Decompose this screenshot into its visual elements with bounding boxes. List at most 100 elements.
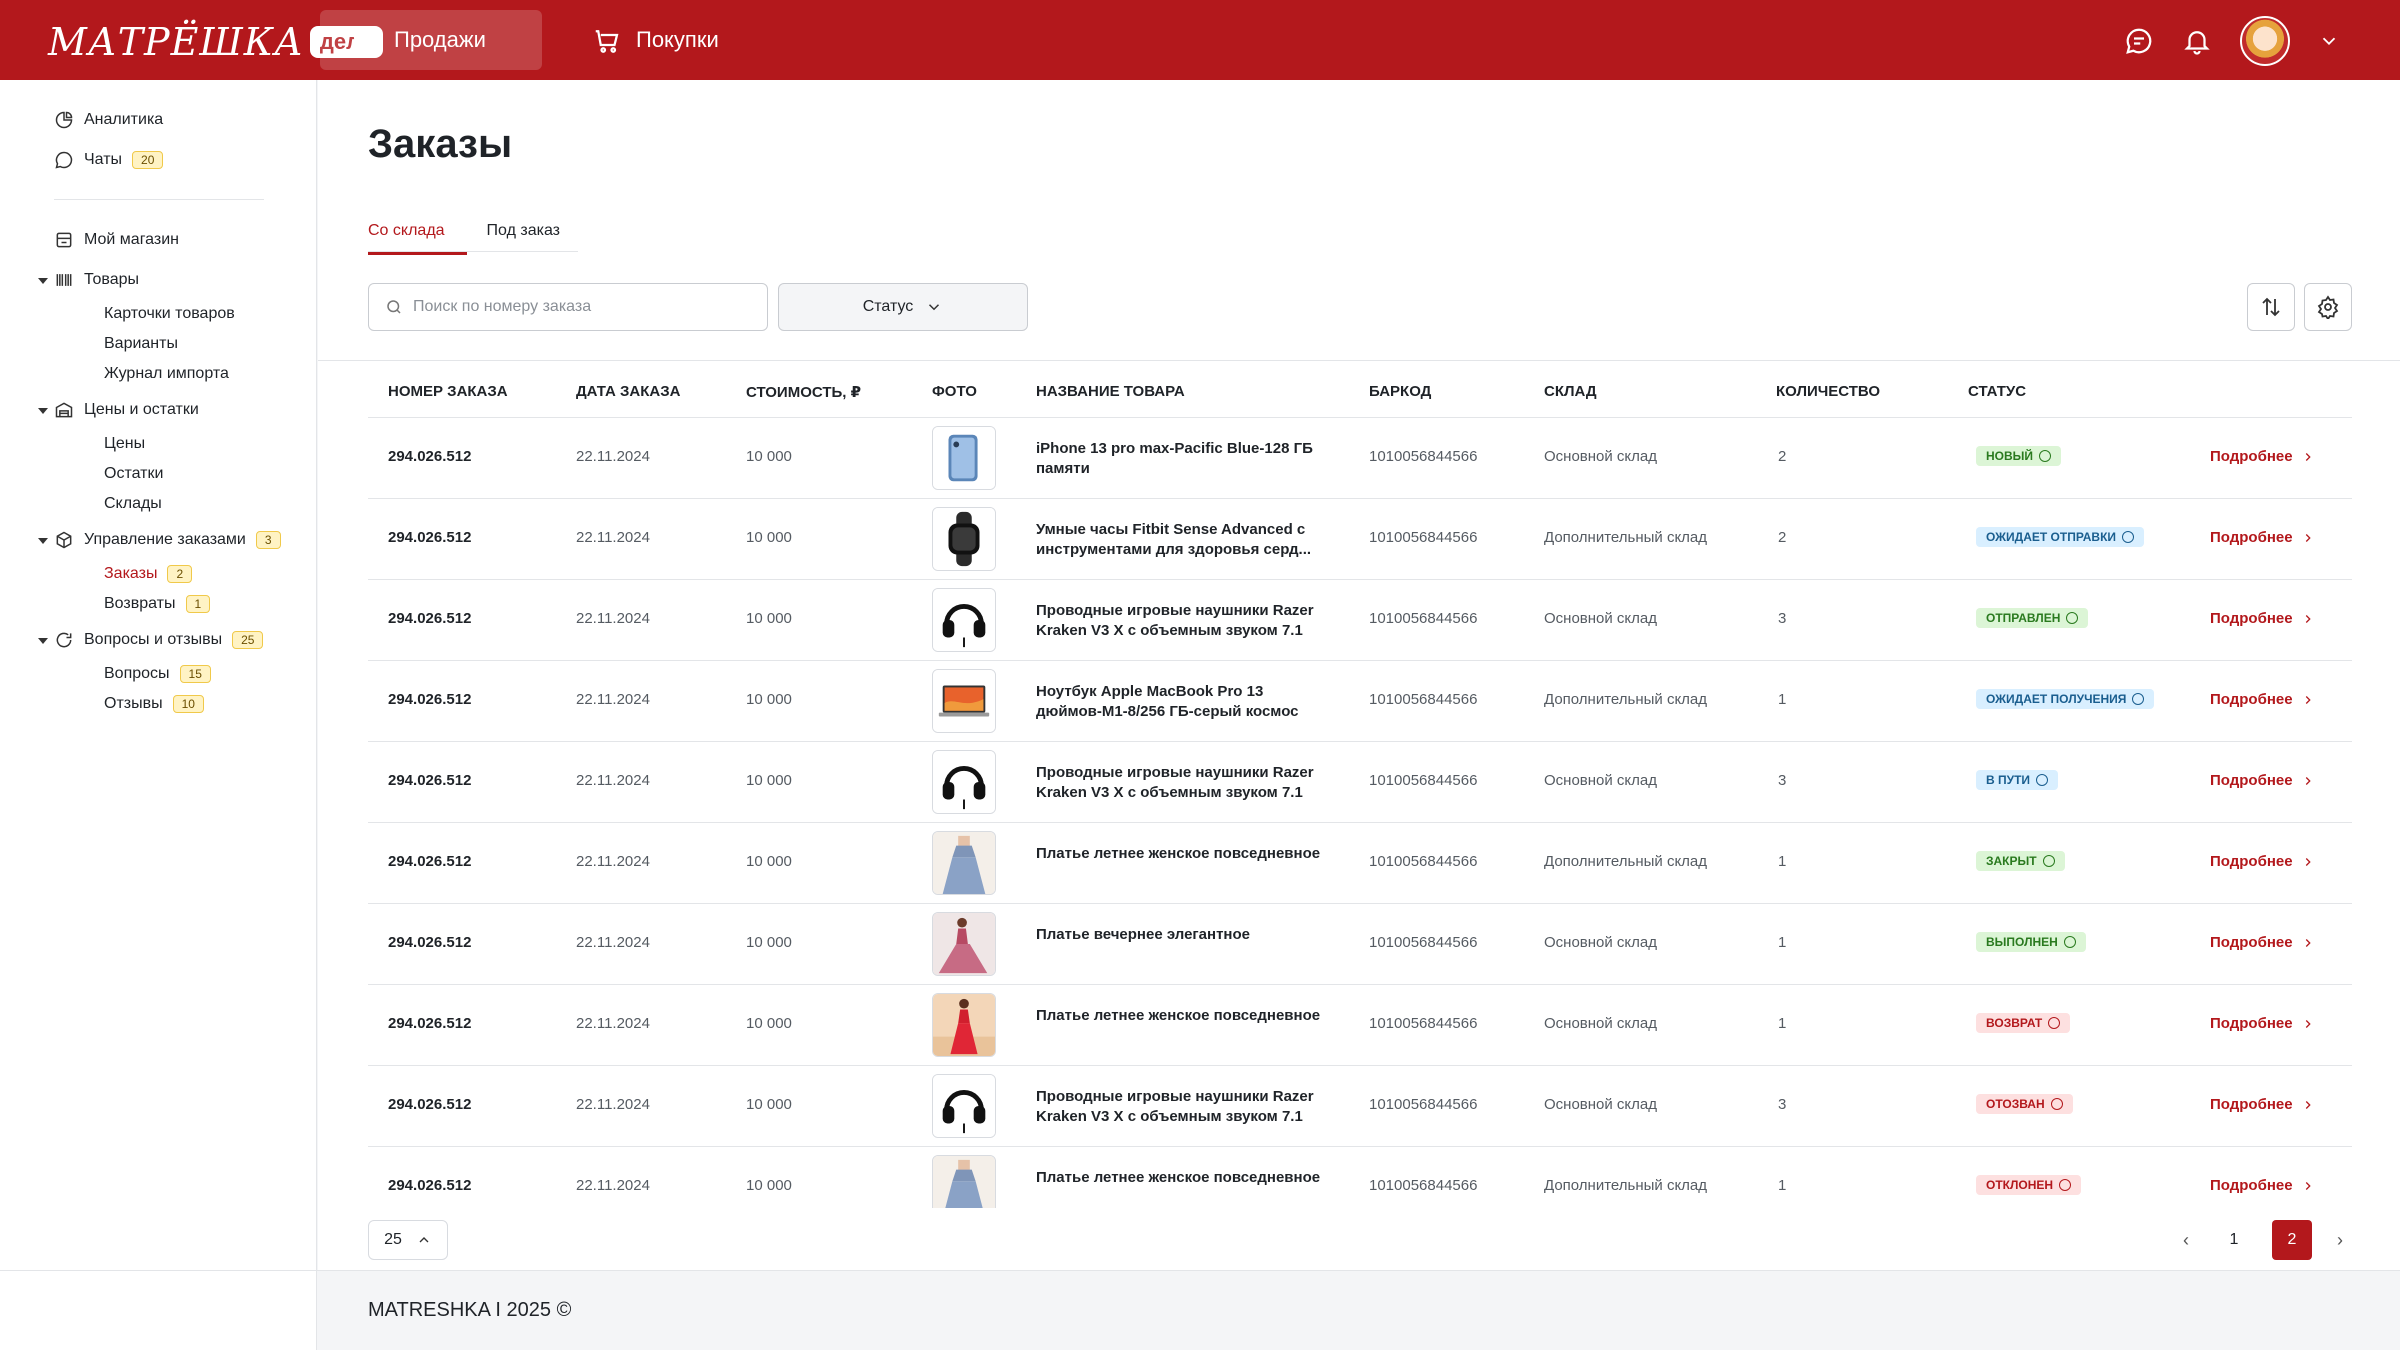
details-link[interactable]: Подробнее bbox=[2210, 1015, 2315, 1032]
sidebar-subitem-cards[interactable]: Карточки товаров bbox=[104, 305, 235, 323]
caret-down-icon[interactable] bbox=[38, 278, 48, 284]
sidebar-item-prices[interactable]: Цены и остатки bbox=[54, 400, 199, 420]
settings-button[interactable] bbox=[2304, 283, 2352, 331]
column-header-quantity[interactable]: КОЛИЧЕСТВО bbox=[1776, 383, 1880, 400]
count-badge: 20 bbox=[132, 151, 164, 169]
cart-icon bbox=[595, 30, 619, 53]
chevron-down-icon[interactable] bbox=[2318, 30, 2340, 52]
order-number: 294.026.512 bbox=[388, 448, 472, 465]
order-number: 294.026.512 bbox=[388, 691, 472, 708]
order-number: 294.026.512 bbox=[388, 1096, 472, 1113]
details-link[interactable]: Подробнее bbox=[2210, 772, 2315, 789]
table-row[interactable]: 294.026.512 22.11.2024 10 000 iPhone 13 pro… bbox=[368, 418, 2352, 499]
column-header-date[interactable]: ДАТА ЗАКАЗА bbox=[576, 383, 680, 400]
sidebar-item-orders-management[interactable]: Управление заказами 3 bbox=[54, 530, 281, 550]
caret-down-icon[interactable] bbox=[38, 408, 48, 414]
sidebar-item-chats[interactable]: Чаты 20 bbox=[54, 150, 164, 170]
order-date: 22.11.2024 bbox=[576, 1177, 650, 1194]
details-link[interactable]: Подробнее bbox=[2210, 529, 2315, 546]
sidebar-item-goods[interactable]: Товары bbox=[54, 270, 139, 290]
status-filter-dropdown[interactable]: Статус bbox=[778, 283, 1028, 331]
product-name: Проводные игровые наушники Razer Kraken … bbox=[1036, 602, 1314, 639]
headphones-photo bbox=[932, 750, 996, 814]
sidebar-subitem-returns[interactable]: Возвраты 1 bbox=[104, 595, 211, 613]
table-row[interactable]: 294.026.512 22.11.2024 10 000 Проводные игр… bbox=[368, 1066, 2352, 1147]
tab-sales[interactable]: Продажи bbox=[320, 10, 542, 70]
sidebar-item-label: Аналитика bbox=[84, 111, 164, 128]
status-label: НОВЫЙ bbox=[1986, 449, 2034, 463]
status-icon bbox=[2122, 531, 2135, 543]
search-box bbox=[368, 283, 768, 331]
table-row[interactable]: 294.026.512 22.11.2024 10 000 Умные часы Fi… bbox=[368, 499, 2352, 580]
tab-purchases[interactable]: Покупки bbox=[562, 10, 782, 70]
per-page-select[interactable]: 25 bbox=[368, 1220, 448, 1260]
order-date: 22.11.2024 bbox=[576, 934, 650, 951]
order-date: 22.11.2024 bbox=[576, 1096, 650, 1113]
column-header-barcode[interactable]: БАРКОД bbox=[1369, 383, 1431, 400]
product-name: iPhone 13 pro max-Pacific Blue-128 ГБ па… bbox=[1036, 440, 1313, 477]
sidebar-item-questions[interactable]: Вопросы и отзывы 25 bbox=[54, 630, 264, 650]
table-row[interactable]: 294.026.512 22.11.2024 10 000 Платье летнее… bbox=[368, 985, 2352, 1066]
table-row[interactable]: 294.026.512 22.11.2024 10 000 Платье вечерн… bbox=[368, 904, 2352, 985]
caret-down-icon[interactable] bbox=[38, 638, 48, 644]
sort-button[interactable] bbox=[2247, 283, 2295, 331]
order-price: 10 000 bbox=[746, 448, 792, 465]
caret-down-icon[interactable] bbox=[38, 538, 48, 544]
chat-icon[interactable] bbox=[2124, 26, 2154, 56]
column-header-status[interactable]: СТАТУС bbox=[1968, 383, 2026, 400]
gear-icon bbox=[2317, 295, 2339, 319]
barcode: 1010056844566 bbox=[1369, 772, 1478, 789]
sidebar-item-analytics[interactable]: Аналитика bbox=[54, 110, 163, 130]
avatar[interactable] bbox=[2240, 16, 2290, 66]
search-input[interactable] bbox=[413, 298, 743, 316]
column-header-name[interactable]: НАЗВАНИЕ ТОВАРА bbox=[1036, 383, 1185, 400]
table-body: 294.026.512 22.11.2024 10 000 iPhone 13 pro… bbox=[368, 418, 2352, 1208]
order-price: 10 000 bbox=[746, 853, 792, 870]
table-row[interactable]: 294.026.512 22.11.2024 10 000 Платье летнее… bbox=[368, 823, 2352, 904]
table-row[interactable]: 294.026.512 22.11.2024 10 000 Ноутбук Apple… bbox=[368, 661, 2352, 742]
details-link[interactable]: Подробнее bbox=[2210, 1177, 2315, 1194]
details-link[interactable]: Подробнее bbox=[2210, 610, 2315, 627]
product-name: Платье летнее женское повседневное bbox=[1036, 1169, 1321, 1186]
quantity: 3 bbox=[1778, 1096, 1787, 1113]
sidebar-subitem-variants[interactable]: Варианты bbox=[104, 335, 178, 353]
page-button-1[interactable]: 1 bbox=[2214, 1220, 2254, 1260]
details-link-label: Подробнее bbox=[2210, 1015, 2293, 1032]
column-header-warehouse[interactable]: СКЛАД bbox=[1544, 383, 1597, 400]
chevron-right-icon bbox=[2305, 695, 2311, 704]
pie-chart-icon bbox=[55, 111, 73, 129]
details-link[interactable]: Подробнее bbox=[2210, 934, 2315, 951]
sidebar-subitem-warehouses[interactable]: Склады bbox=[104, 495, 162, 513]
sidebar-item-my-shop[interactable]: Мой магазин bbox=[54, 230, 179, 250]
bell-icon[interactable] bbox=[2182, 26, 2212, 56]
warehouse: Дополнительный склад bbox=[1544, 853, 1708, 870]
subtabs-divider bbox=[368, 251, 578, 252]
details-link[interactable]: Подробнее bbox=[2210, 853, 2315, 870]
sidebar-item-label: Вопросы и отзывы bbox=[84, 631, 223, 648]
prev-page-button[interactable]: ‹ bbox=[2176, 1220, 2196, 1260]
sidebar-subitem-stock[interactable]: Остатки bbox=[104, 465, 163, 483]
table-row[interactable]: 294.026.512 22.11.2024 10 000 Проводные игр… bbox=[368, 580, 2352, 661]
details-link[interactable]: Подробнее bbox=[2210, 448, 2315, 465]
next-page-button[interactable]: › bbox=[2330, 1220, 2350, 1260]
page-button-2[interactable]: 2 bbox=[2272, 1220, 2312, 1260]
column-header-price[interactable]: СТОИМОСТЬ, ₽ bbox=[746, 383, 861, 401]
sidebar-subitem-questions[interactable]: Вопросы 15 bbox=[104, 665, 211, 683]
status-icon bbox=[2059, 1179, 2072, 1191]
sidebar-subitem-label: Заказы bbox=[104, 565, 158, 582]
column-header-number[interactable]: НОМЕР ЗАКАЗА bbox=[388, 383, 508, 400]
sidebar-subitem-prices[interactable]: Цены bbox=[104, 435, 145, 453]
sidebar-subitem-reviews[interactable]: Отзывы 10 bbox=[104, 695, 204, 713]
details-link[interactable]: Подробнее bbox=[2210, 1096, 2315, 1113]
product-name: Ноутбук Apple MacBook Pro 13 дюймов-M1-8… bbox=[1036, 683, 1299, 720]
warehouse: Дополнительный склад bbox=[1544, 529, 1708, 546]
warehouse: Основной склад bbox=[1544, 934, 1658, 951]
table-row[interactable]: 294.026.512 22.11.2024 10 000 Проводные игр… bbox=[368, 742, 2352, 823]
barcode: 1010056844566 bbox=[1369, 1015, 1478, 1032]
quantity: 1 bbox=[1778, 1177, 1787, 1194]
sidebar-subitem-orders[interactable]: Заказы 2 bbox=[104, 565, 193, 583]
status-icon bbox=[2066, 612, 2079, 624]
sidebar-subitem-import-log[interactable]: Журнал импорта bbox=[104, 365, 229, 383]
details-link[interactable]: Подробнее bbox=[2210, 691, 2315, 708]
table-row[interactable]: 294.026.512 22.11.2024 10 000 Платье летнее… bbox=[368, 1147, 2352, 1208]
